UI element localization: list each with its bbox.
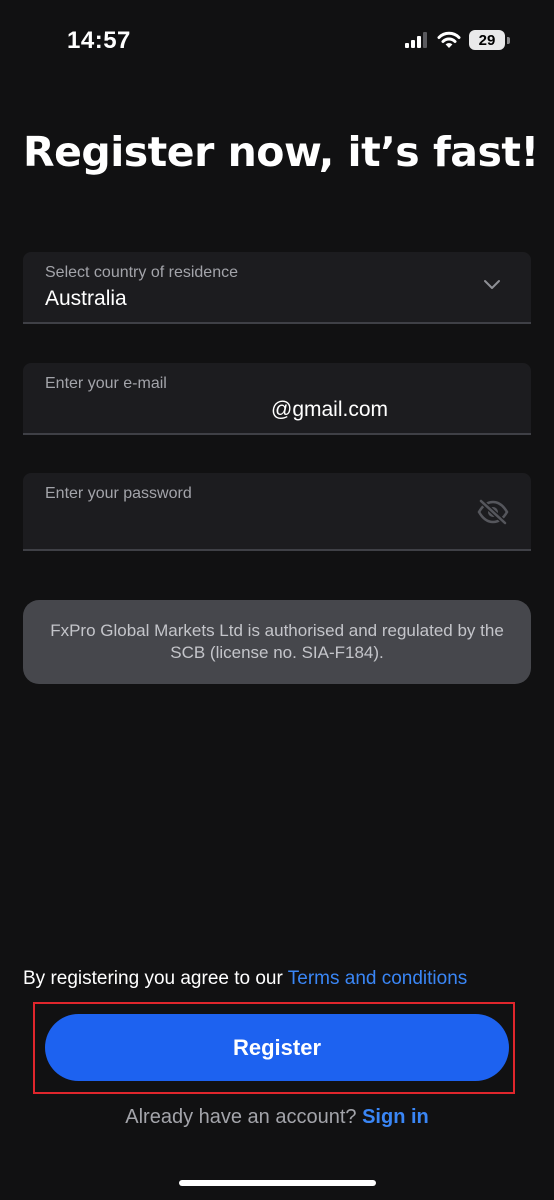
country-select[interactable]: Select country of residence Australia [23,252,531,324]
signin-text: Already have an account? [125,1106,363,1128]
signin-link[interactable]: Sign in [362,1106,429,1128]
battery-icon: 29 [469,30,510,50]
wifi-icon [437,31,461,48]
terms-link[interactable]: Terms and conditions [288,968,468,989]
email-label: Enter your e-mail [45,375,167,392]
terms-text: By registering you agree to our [23,968,288,989]
email-value: @gmail.com [271,398,389,421]
battery-cap [507,36,510,44]
register-button[interactable]: Register [45,1014,509,1081]
email-field[interactable]: Enter your e-mail @gmail.com [23,363,531,435]
battery-level: 29 [469,30,505,50]
country-value: Australia [45,287,127,310]
password-label: Enter your password [45,485,192,502]
status-time: 14:57 [67,27,131,54]
chevron-down-icon [484,280,500,289]
country-label: Select country of residence [45,264,238,281]
cellular-signal-icon [405,32,427,48]
page-title: Register now, it’s fast! [23,128,539,176]
home-indicator[interactable] [179,1180,376,1186]
password-field[interactable]: Enter your password [23,473,531,551]
regulatory-info: FxPro Global Markets Ltd is authorised a… [23,600,531,684]
terms-agreement: By registering you agree to our Terms an… [23,968,543,990]
eye-off-icon[interactable] [477,499,509,525]
signin-prompt: Already have an account? Sign in [0,1106,554,1129]
status-icons: 29 [405,30,510,50]
